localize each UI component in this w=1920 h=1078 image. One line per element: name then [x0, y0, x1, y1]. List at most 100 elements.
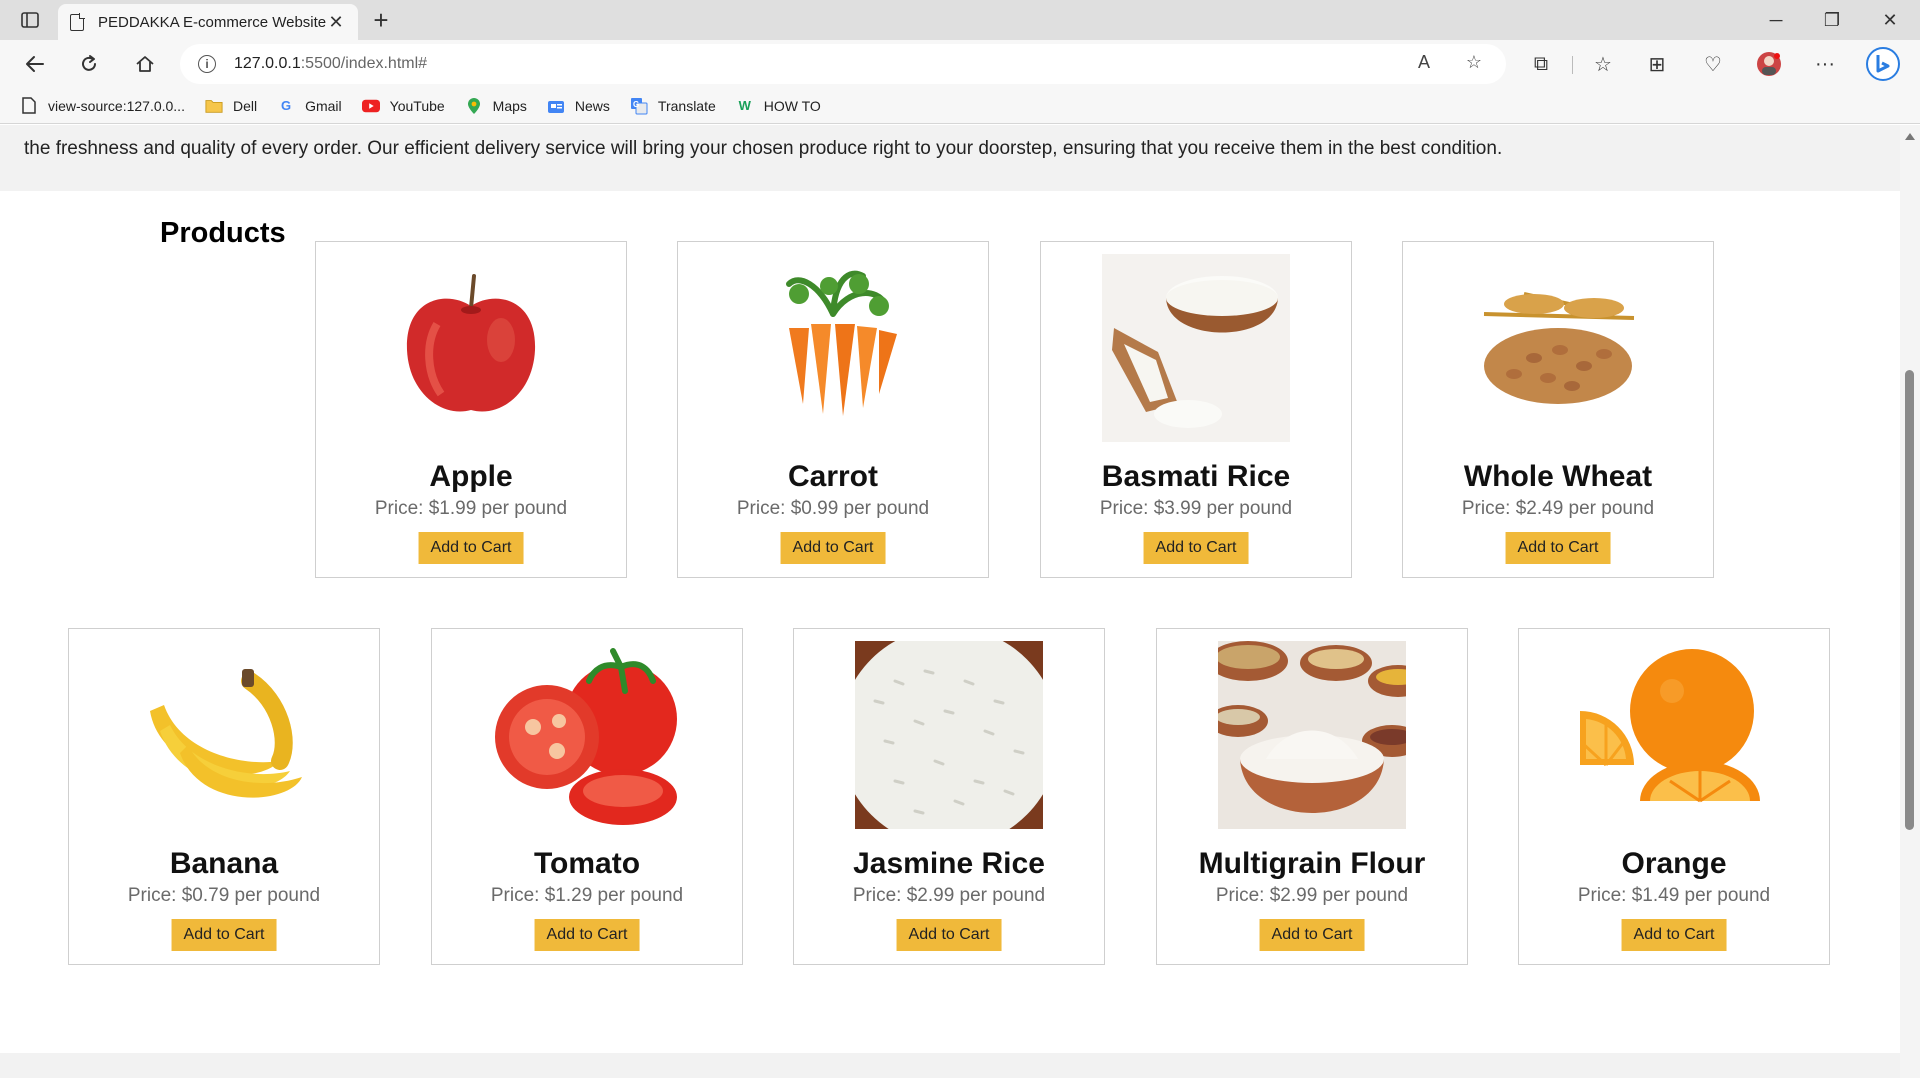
- product-card-banana: Banana Price: $0.79 per pound Add to Car…: [68, 628, 380, 965]
- product-card-jasmine-rice: Jasmine Rice Price: $2.99 per pound Add …: [793, 628, 1105, 965]
- maps-icon: [465, 97, 483, 115]
- scroll-up-arrow-icon[interactable]: [1905, 133, 1915, 140]
- add-to-cart-button[interactable]: Add to Cart: [780, 532, 886, 564]
- copilot-icon[interactable]: [1866, 47, 1900, 81]
- product-card-orange: Orange Price: $1.49 per pound Add to Car…: [1518, 628, 1830, 965]
- footer-section: [0, 1053, 1900, 1078]
- bookmark-translate[interactable]: G Translate: [630, 97, 716, 115]
- add-to-cart-button[interactable]: Add to Cart: [1505, 532, 1611, 564]
- product-price: Price: $0.99 per pound: [736, 498, 930, 519]
- banana-image: [130, 641, 318, 829]
- page-viewport: the freshness and quality of every order…: [0, 125, 1900, 1078]
- restore-button[interactable]: ❐: [1804, 0, 1860, 40]
- page-icon: [20, 97, 38, 115]
- product-card-tomato: Tomato Price: $1.29 per pound Add to Car…: [431, 628, 743, 965]
- bookmark-label: Gmail: [305, 97, 342, 114]
- product-price: Price: $2.99 per pound: [1215, 885, 1409, 906]
- products-heading: Products: [160, 217, 286, 249]
- bookmark-view-source[interactable]: view-source:127.0.0...: [20, 97, 185, 115]
- bookmark-gmail[interactable]: G Gmail: [277, 97, 342, 115]
- active-tab[interactable]: PEDDAKKA E-commerce Website ✕: [58, 4, 358, 40]
- flour-image: [1218, 641, 1406, 829]
- add-to-cart-button[interactable]: Add to Cart: [1143, 532, 1249, 564]
- tab-bar: PEDDAKKA E-commerce Website ✕ + ─ ❐ ✕: [0, 0, 1920, 40]
- product-card-multigrain-flour: Multigrain Flour Price: $2.99 per pound …: [1156, 628, 1468, 965]
- product-name: Carrot: [787, 460, 878, 493]
- orange-image: [1580, 641, 1768, 829]
- howto-icon: W: [738, 98, 751, 113]
- translate-icon: G: [630, 97, 648, 115]
- bookmark-dell[interactable]: Dell: [205, 97, 257, 115]
- site-info-icon[interactable]: i: [198, 55, 216, 73]
- home-button[interactable]: [128, 48, 162, 80]
- toolbar-divider: [1572, 56, 1573, 74]
- scrollbar-thumb[interactable]: [1905, 370, 1914, 830]
- bookmark-news[interactable]: News: [547, 97, 610, 115]
- favorite-star-icon[interactable]: ☆: [1460, 48, 1488, 76]
- address-bar[interactable]: i 127.0.0.1:5500/index.html#: [180, 44, 1506, 84]
- browser-essentials-icon[interactable]: ♡: [1696, 48, 1730, 80]
- profile-avatar-icon[interactable]: [1752, 48, 1786, 80]
- product-price: Price: $0.79 per pound: [127, 885, 321, 906]
- svg-text:G: G: [633, 100, 639, 109]
- read-aloud-icon[interactable]: A: [1410, 48, 1438, 76]
- bookmarks-bar: view-source:127.0.0... Dell G Gmail YouT…: [0, 88, 1920, 124]
- tab-close-icon[interactable]: ✕: [326, 12, 346, 33]
- about-text: the freshness and quality of every order…: [24, 138, 1503, 159]
- jasmine-rice-image: [855, 641, 1043, 829]
- product-price: Price: $2.49 per pound: [1461, 498, 1655, 519]
- bookmark-label: HOW TO: [763, 97, 821, 114]
- collections-icon[interactable]: ⊞: [1640, 48, 1674, 80]
- carrot-image: [739, 254, 927, 442]
- product-card-carrot: Carrot Price: $0.99 per pound Add to Car…: [677, 241, 989, 578]
- add-to-cart-button[interactable]: Add to Cart: [1259, 919, 1365, 951]
- add-to-cart-button[interactable]: Add to Cart: [1621, 919, 1727, 951]
- product-name: Whole Wheat: [1463, 460, 1653, 493]
- favorites-icon[interactable]: ☆: [1586, 48, 1620, 80]
- folder-icon: [205, 97, 223, 115]
- product-name: Tomato: [533, 847, 641, 880]
- add-to-cart-button[interactable]: Add to Cart: [534, 919, 640, 951]
- add-to-cart-button[interactable]: Add to Cart: [171, 919, 277, 951]
- youtube-icon: [361, 97, 380, 115]
- product-name: Basmati Rice: [1101, 460, 1291, 493]
- bookmark-howto[interactable]: W HOW TO: [736, 97, 821, 115]
- minimize-button[interactable]: ─: [1748, 0, 1804, 40]
- product-name: Banana: [169, 847, 279, 880]
- bookmark-label: YouTube: [389, 97, 445, 114]
- product-name: Apple: [429, 460, 513, 493]
- product-card-apple: Apple Price: $1.99 per pound Add to Cart: [315, 241, 627, 578]
- basmati-rice-image: [1102, 254, 1290, 442]
- product-name: Jasmine Rice: [853, 847, 1045, 880]
- product-card-basmati-rice: Basmati Rice Price: $3.99 per pound Add …: [1040, 241, 1352, 578]
- extensions-icon[interactable]: ⧉: [1524, 48, 1558, 80]
- bookmark-label: News: [574, 97, 610, 114]
- news-icon: [547, 97, 565, 115]
- bookmark-label: Dell: [232, 97, 258, 114]
- add-to-cart-button[interactable]: Add to Cart: [418, 532, 524, 564]
- product-name: Orange: [1621, 847, 1727, 880]
- page-scrollbar[interactable]: [1900, 125, 1920, 1078]
- tab-title: PEDDAKKA E-commerce Website: [98, 13, 326, 31]
- bookmark-maps[interactable]: Maps: [465, 97, 527, 115]
- add-to-cart-button[interactable]: Add to Cart: [896, 919, 1002, 951]
- refresh-button[interactable]: [72, 48, 106, 80]
- product-price: Price: $1.99 per pound: [374, 498, 568, 519]
- product-price: Price: $3.99 per pound: [1099, 498, 1293, 519]
- wheat-image: [1464, 254, 1652, 442]
- product-card-whole-wheat: Whole Wheat Price: $2.49 per pound Add t…: [1402, 241, 1714, 578]
- browser-toolbar: i 127.0.0.1:5500/index.html# A ☆ ⧉ ☆ ⊞ ♡…: [0, 40, 1920, 88]
- product-name: Multigrain Flour: [1198, 847, 1426, 880]
- close-window-button[interactable]: ✕: [1862, 0, 1918, 40]
- product-price: Price: $1.49 per pound: [1577, 885, 1771, 906]
- product-price: Price: $2.99 per pound: [852, 885, 1046, 906]
- new-tab-button[interactable]: +: [366, 6, 396, 34]
- tomato-image: [493, 641, 681, 829]
- back-button[interactable]: [18, 48, 52, 80]
- apple-image: [377, 254, 565, 442]
- more-menu-icon[interactable]: ···: [1808, 48, 1842, 80]
- google-icon: G: [281, 98, 292, 113]
- tab-actions-icon[interactable]: [14, 7, 46, 33]
- bookmark-youtube[interactable]: YouTube: [361, 97, 445, 115]
- bookmark-label: Translate: [657, 97, 716, 114]
